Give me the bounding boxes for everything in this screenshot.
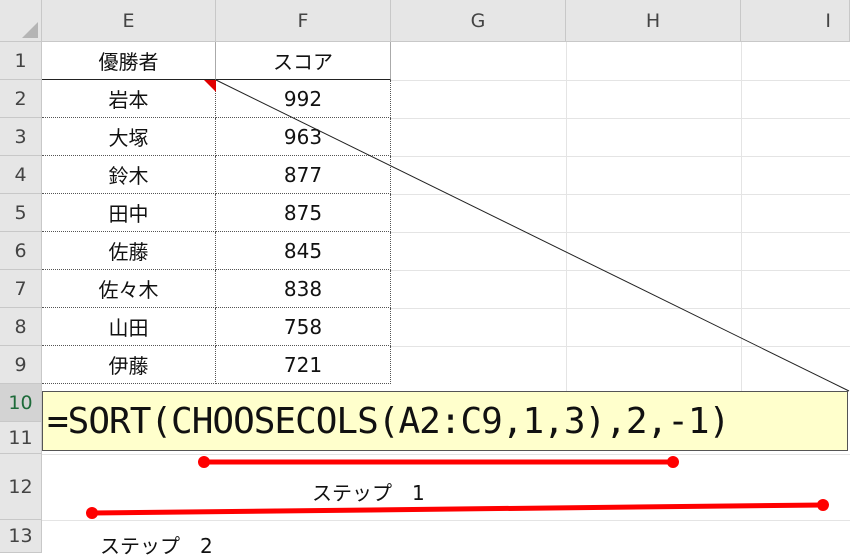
step2-end-dot <box>817 499 829 511</box>
comment-indicator <box>204 80 216 92</box>
step2-underline <box>91 502 824 516</box>
step2-label: ステップ 2 <box>100 534 213 558</box>
callout-line <box>215 79 850 392</box>
step2-start-dot <box>86 507 98 519</box>
annotation-overlay <box>86 79 850 519</box>
step1-label: ステップ 1 <box>312 481 425 505</box>
step1-start-dot <box>198 456 210 468</box>
spreadsheet: E F G H I 1 2 3 4 5 6 7 8 9 10 11 12 13 … <box>0 0 850 558</box>
step1-end-dot <box>667 456 679 468</box>
